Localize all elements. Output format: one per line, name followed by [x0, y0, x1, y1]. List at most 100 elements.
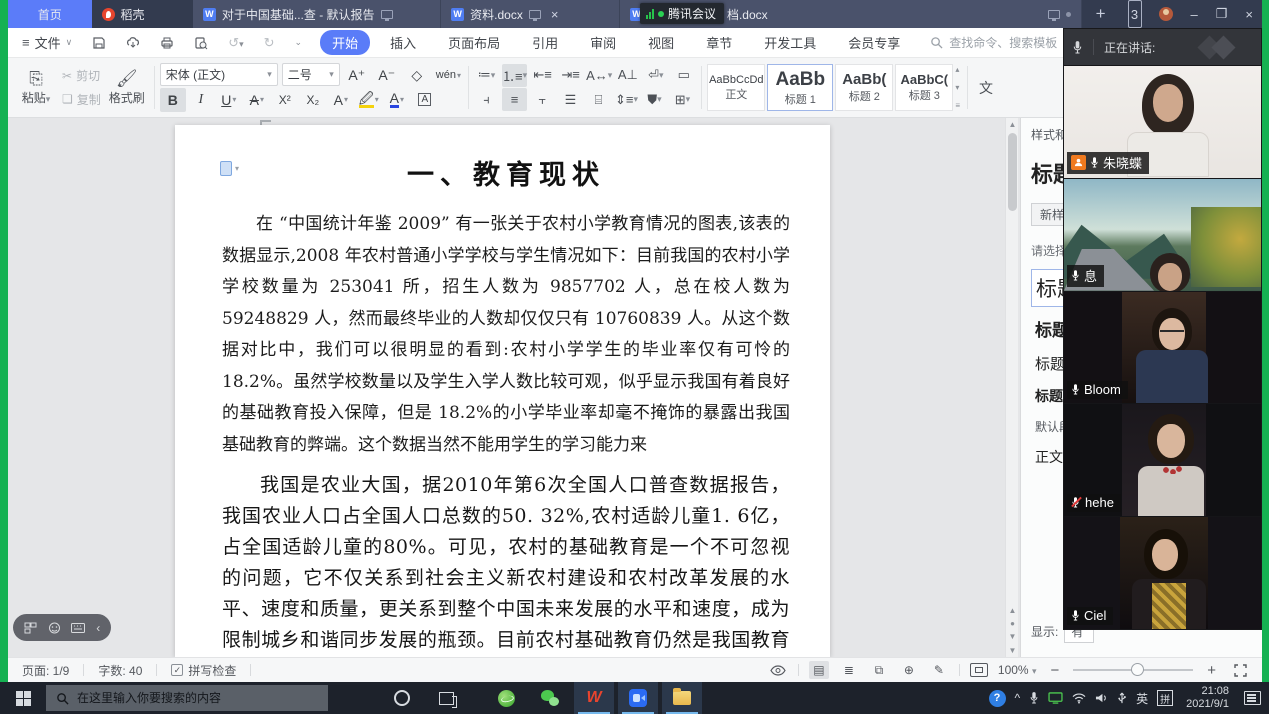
- style-heading2[interactable]: AaBb( 标题 2: [835, 64, 893, 111]
- align-left-icon[interactable]: ⫞: [474, 88, 499, 111]
- increase-indent-icon[interactable]: ⇥≡: [558, 64, 583, 87]
- zoom-level[interactable]: 100% ▾: [998, 663, 1037, 677]
- collapse-icon[interactable]: ‹: [96, 621, 100, 635]
- increase-font-icon[interactable]: A⁺: [344, 63, 370, 87]
- line-spacing-icon[interactable]: ⇕≡▾: [614, 88, 639, 111]
- outline-view-icon[interactable]: ≣: [839, 661, 859, 679]
- bullet-list-icon[interactable]: ≔▾: [474, 64, 499, 87]
- fullscreen-icon[interactable]: [1230, 661, 1250, 679]
- comment-mode-icon[interactable]: [24, 622, 37, 634]
- justify-icon[interactable]: ☰: [558, 88, 583, 111]
- show-hidden-icons[interactable]: ^: [1015, 691, 1021, 705]
- present-icon[interactable]: [1048, 10, 1060, 19]
- action-center-icon[interactable]: [1244, 691, 1261, 705]
- taskbar-search[interactable]: [46, 685, 328, 711]
- edit-mode-icon[interactable]: ✎: [929, 661, 949, 679]
- undo-icon[interactable]: ↺▾: [228, 35, 243, 51]
- style-normal[interactable]: AaBbCcDd 正文: [707, 64, 765, 111]
- save-icon[interactable]: [92, 36, 106, 50]
- zoom-in-icon[interactable]: +: [1203, 662, 1220, 679]
- distribute-icon[interactable]: ⌸: [586, 88, 611, 111]
- document-page[interactable]: ▾ 一、教育现状 在 “中国统计年鉴 2009” 有一张关于农村小学教育情况的图…: [175, 125, 830, 657]
- tray-mic-icon[interactable]: [1029, 691, 1039, 705]
- ribbon-tab-section[interactable]: 章节: [694, 30, 744, 55]
- scroll-down-icon[interactable]: ▼: [1006, 644, 1019, 657]
- paste-button[interactable]: ⎘ 粘贴▾: [14, 62, 58, 113]
- task-view-icon[interactable]: [426, 682, 466, 714]
- tencent-meeting-app-icon[interactable]: [618, 682, 658, 714]
- font-color-button[interactable]: A▾: [384, 88, 410, 112]
- character-shading-button[interactable]: A: [412, 88, 438, 112]
- tencent-meeting-panel[interactable]: 正在讲话: 朱晓蝶 息: [1063, 28, 1262, 630]
- text-effects-button[interactable]: A▾: [328, 88, 354, 112]
- floating-mini-toolbar[interactable]: ‹: [13, 614, 111, 641]
- ribbon-tab-page-layout[interactable]: 页面布局: [436, 30, 512, 55]
- select-browse-object-icon[interactable]: ●: [1006, 617, 1019, 630]
- customize-toolbar-icon[interactable]: ⌄: [295, 37, 303, 48]
- tencent-meeting-float-bar[interactable]: 腾讯会议: [640, 3, 724, 24]
- participant-video[interactable]: Ciel: [1064, 516, 1261, 629]
- ribbon-tab-developer[interactable]: 开发工具: [752, 30, 828, 55]
- word-count[interactable]: 字数: 40: [84, 662, 156, 679]
- zoom-slider-knob[interactable]: [1131, 663, 1144, 676]
- text-direction-icon[interactable]: A⊥: [615, 64, 640, 87]
- participant-video[interactable]: Bloom: [1064, 291, 1261, 404]
- language-indicator[interactable]: 英: [1136, 690, 1148, 707]
- style-picker-icon[interactable]: ▾: [220, 161, 239, 176]
- zoom-out-icon[interactable]: −: [1046, 662, 1063, 679]
- page-view-icon[interactable]: ▤: [809, 661, 829, 679]
- scroll-up-icon[interactable]: ▲: [1006, 118, 1019, 131]
- pinyin-guide-icon[interactable]: wén▾: [434, 63, 463, 87]
- ribbon-tab-references[interactable]: 引用: [520, 30, 570, 55]
- underline-button[interactable]: U▾: [216, 88, 242, 112]
- eye-protect-icon[interactable]: [48, 622, 61, 634]
- style-heading3[interactable]: AaBbC( 标题 3: [895, 64, 953, 111]
- bold-button[interactable]: B: [160, 88, 186, 112]
- usb-icon[interactable]: [1117, 692, 1127, 705]
- spellcheck-toggle[interactable]: ✓ 拼写检查: [157, 662, 250, 679]
- cortana-icon[interactable]: [382, 682, 422, 714]
- print-preview-icon[interactable]: [194, 36, 208, 50]
- fit-page-icon[interactable]: [970, 663, 988, 677]
- cut-button[interactable]: ✂剪切: [62, 67, 101, 84]
- copy-button[interactable]: ❏复制: [62, 91, 101, 108]
- page-indicator[interactable]: 页面: 1/9: [8, 662, 83, 679]
- file-explorer-icon[interactable]: [662, 682, 702, 714]
- ime-mode-indicator[interactable]: 拼: [1157, 690, 1173, 706]
- participant-video[interactable]: 息: [1064, 178, 1261, 291]
- scrollbar-thumb[interactable]: [1008, 133, 1017, 211]
- font-name-select[interactable]: 宋体 (正文)▾: [160, 63, 278, 86]
- tab-document-3[interactable]: W 腾讯会议 档.docx: [620, 0, 1082, 28]
- new-tab-button[interactable]: +: [1082, 0, 1120, 28]
- taskbar-search-input[interactable]: [77, 691, 297, 705]
- subscript-button[interactable]: X₂: [300, 88, 326, 112]
- screen-share-icon[interactable]: [1048, 692, 1063, 704]
- minimize-button[interactable]: –: [1182, 0, 1207, 28]
- wechat-icon[interactable]: [530, 682, 570, 714]
- ribbon-tab-home[interactable]: 开始: [320, 30, 370, 55]
- wifi-icon[interactable]: [1072, 692, 1086, 704]
- ribbon-tab-review[interactable]: 审阅: [578, 30, 628, 55]
- strikethrough-button[interactable]: A▾: [244, 88, 270, 112]
- ruler-icon[interactable]: ▭: [671, 64, 696, 87]
- tab-docer[interactable]: 稻壳: [92, 0, 193, 28]
- style-heading1[interactable]: AaBb 标题 1: [767, 64, 833, 111]
- character-scale-icon[interactable]: A↔▾: [586, 64, 612, 87]
- participant-video[interactable]: hehe: [1064, 403, 1261, 516]
- help-icon[interactable]: ?: [989, 690, 1006, 707]
- taskbar-clock[interactable]: 21:08 2021/9/1: [1182, 685, 1233, 711]
- print-icon[interactable]: [160, 36, 174, 50]
- present-icon[interactable]: [381, 10, 393, 19]
- volume-icon[interactable]: [1095, 692, 1108, 704]
- gallery-scroll-arrows[interactable]: ▴▾≡: [953, 62, 962, 113]
- borders-icon[interactable]: ⊞▾: [670, 88, 695, 111]
- close-tab-icon[interactable]: ×: [551, 7, 559, 22]
- decrease-font-icon[interactable]: A⁻: [374, 63, 400, 87]
- align-center-icon[interactable]: ≡: [502, 88, 527, 111]
- text-tool-button[interactable]: 文: [973, 62, 999, 113]
- font-size-select[interactable]: 二号▾: [282, 63, 340, 86]
- participant-video[interactable]: 朱晓蝶: [1064, 65, 1261, 178]
- highlight-color-button[interactable]: 🖉▾: [356, 88, 382, 112]
- browser-icon[interactable]: [486, 682, 526, 714]
- next-page-icon[interactable]: ▼: [1006, 630, 1019, 643]
